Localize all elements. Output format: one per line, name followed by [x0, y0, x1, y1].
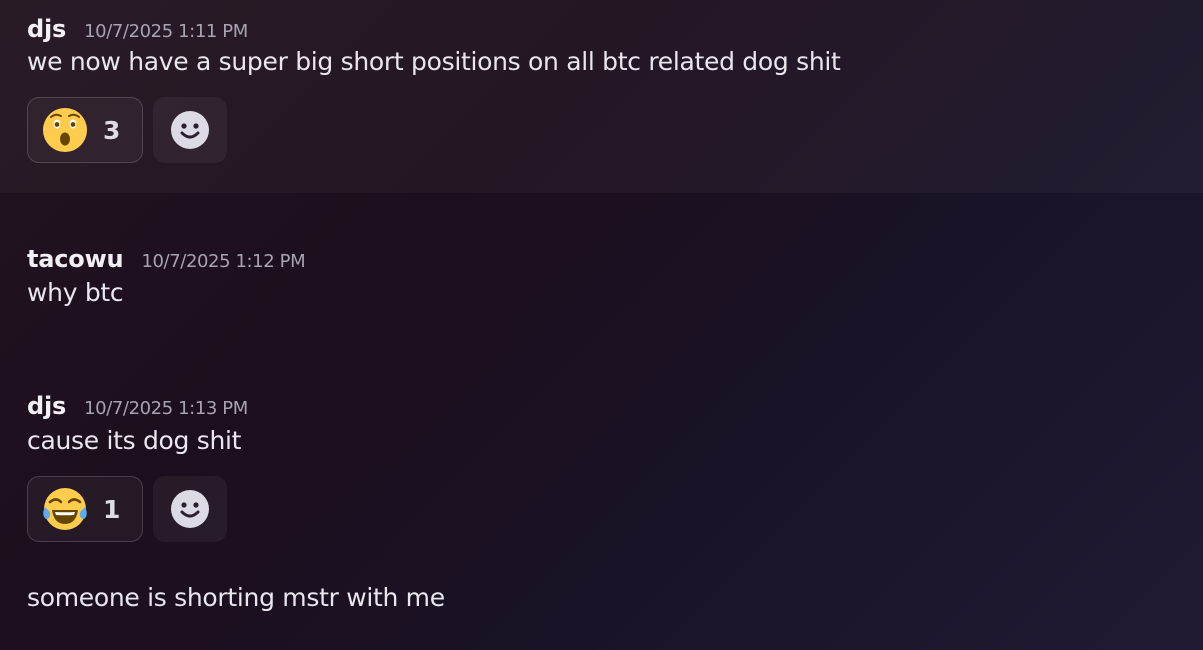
reaction-astonished[interactable]: 3 — [27, 97, 143, 163]
message-list: djs 10/7/2025 1:11 PM we now have a supe… — [0, 0, 1203, 650]
add-reaction-button[interactable] — [153, 97, 227, 163]
author-name[interactable]: djs — [27, 392, 66, 420]
reaction-bar: 3 — [27, 97, 1203, 163]
timestamp: 10/7/2025 1:13 PM — [84, 398, 248, 419]
author-name[interactable]: tacowu — [27, 245, 124, 273]
add-reaction-button[interactable] — [153, 476, 227, 542]
face-with-tears-of-joy-icon — [41, 485, 89, 533]
message-text: why btc — [27, 278, 124, 307]
message-header: tacowu 10/7/2025 1:12 PM — [27, 245, 1203, 275]
message[interactable]: tacowu 10/7/2025 1:12 PM why btc — [0, 245, 1203, 335]
message-header: djs 10/7/2025 1:11 PM — [27, 15, 1203, 45]
smile-icon — [170, 110, 210, 150]
message[interactable]: djs 10/7/2025 1:11 PM we now have a supe… — [0, 0, 1203, 193]
reaction-count: 3 — [103, 115, 121, 145]
message-text: someone is shorting mstr with me — [27, 583, 445, 612]
timestamp: 10/7/2025 1:12 PM — [141, 251, 306, 272]
reaction-tears-of-joy[interactable]: 1 — [27, 476, 143, 542]
smile-icon — [170, 489, 210, 529]
reaction-count: 1 — [103, 494, 121, 524]
message-text: we now have a super big short positions … — [27, 47, 841, 76]
astonished-face-icon — [41, 106, 89, 154]
message[interactable]: someone is shorting mstr with me — [0, 582, 1203, 622]
message-text: cause its dog shit — [27, 426, 242, 455]
reaction-bar: 1 — [27, 476, 1203, 542]
timestamp: 10/7/2025 1:11 PM — [84, 21, 248, 42]
message-header: djs 10/7/2025 1:13 PM — [27, 392, 1203, 422]
author-name[interactable]: djs — [27, 15, 66, 43]
message[interactable]: djs 10/7/2025 1:13 PM cause its dog shit — [0, 392, 1203, 572]
